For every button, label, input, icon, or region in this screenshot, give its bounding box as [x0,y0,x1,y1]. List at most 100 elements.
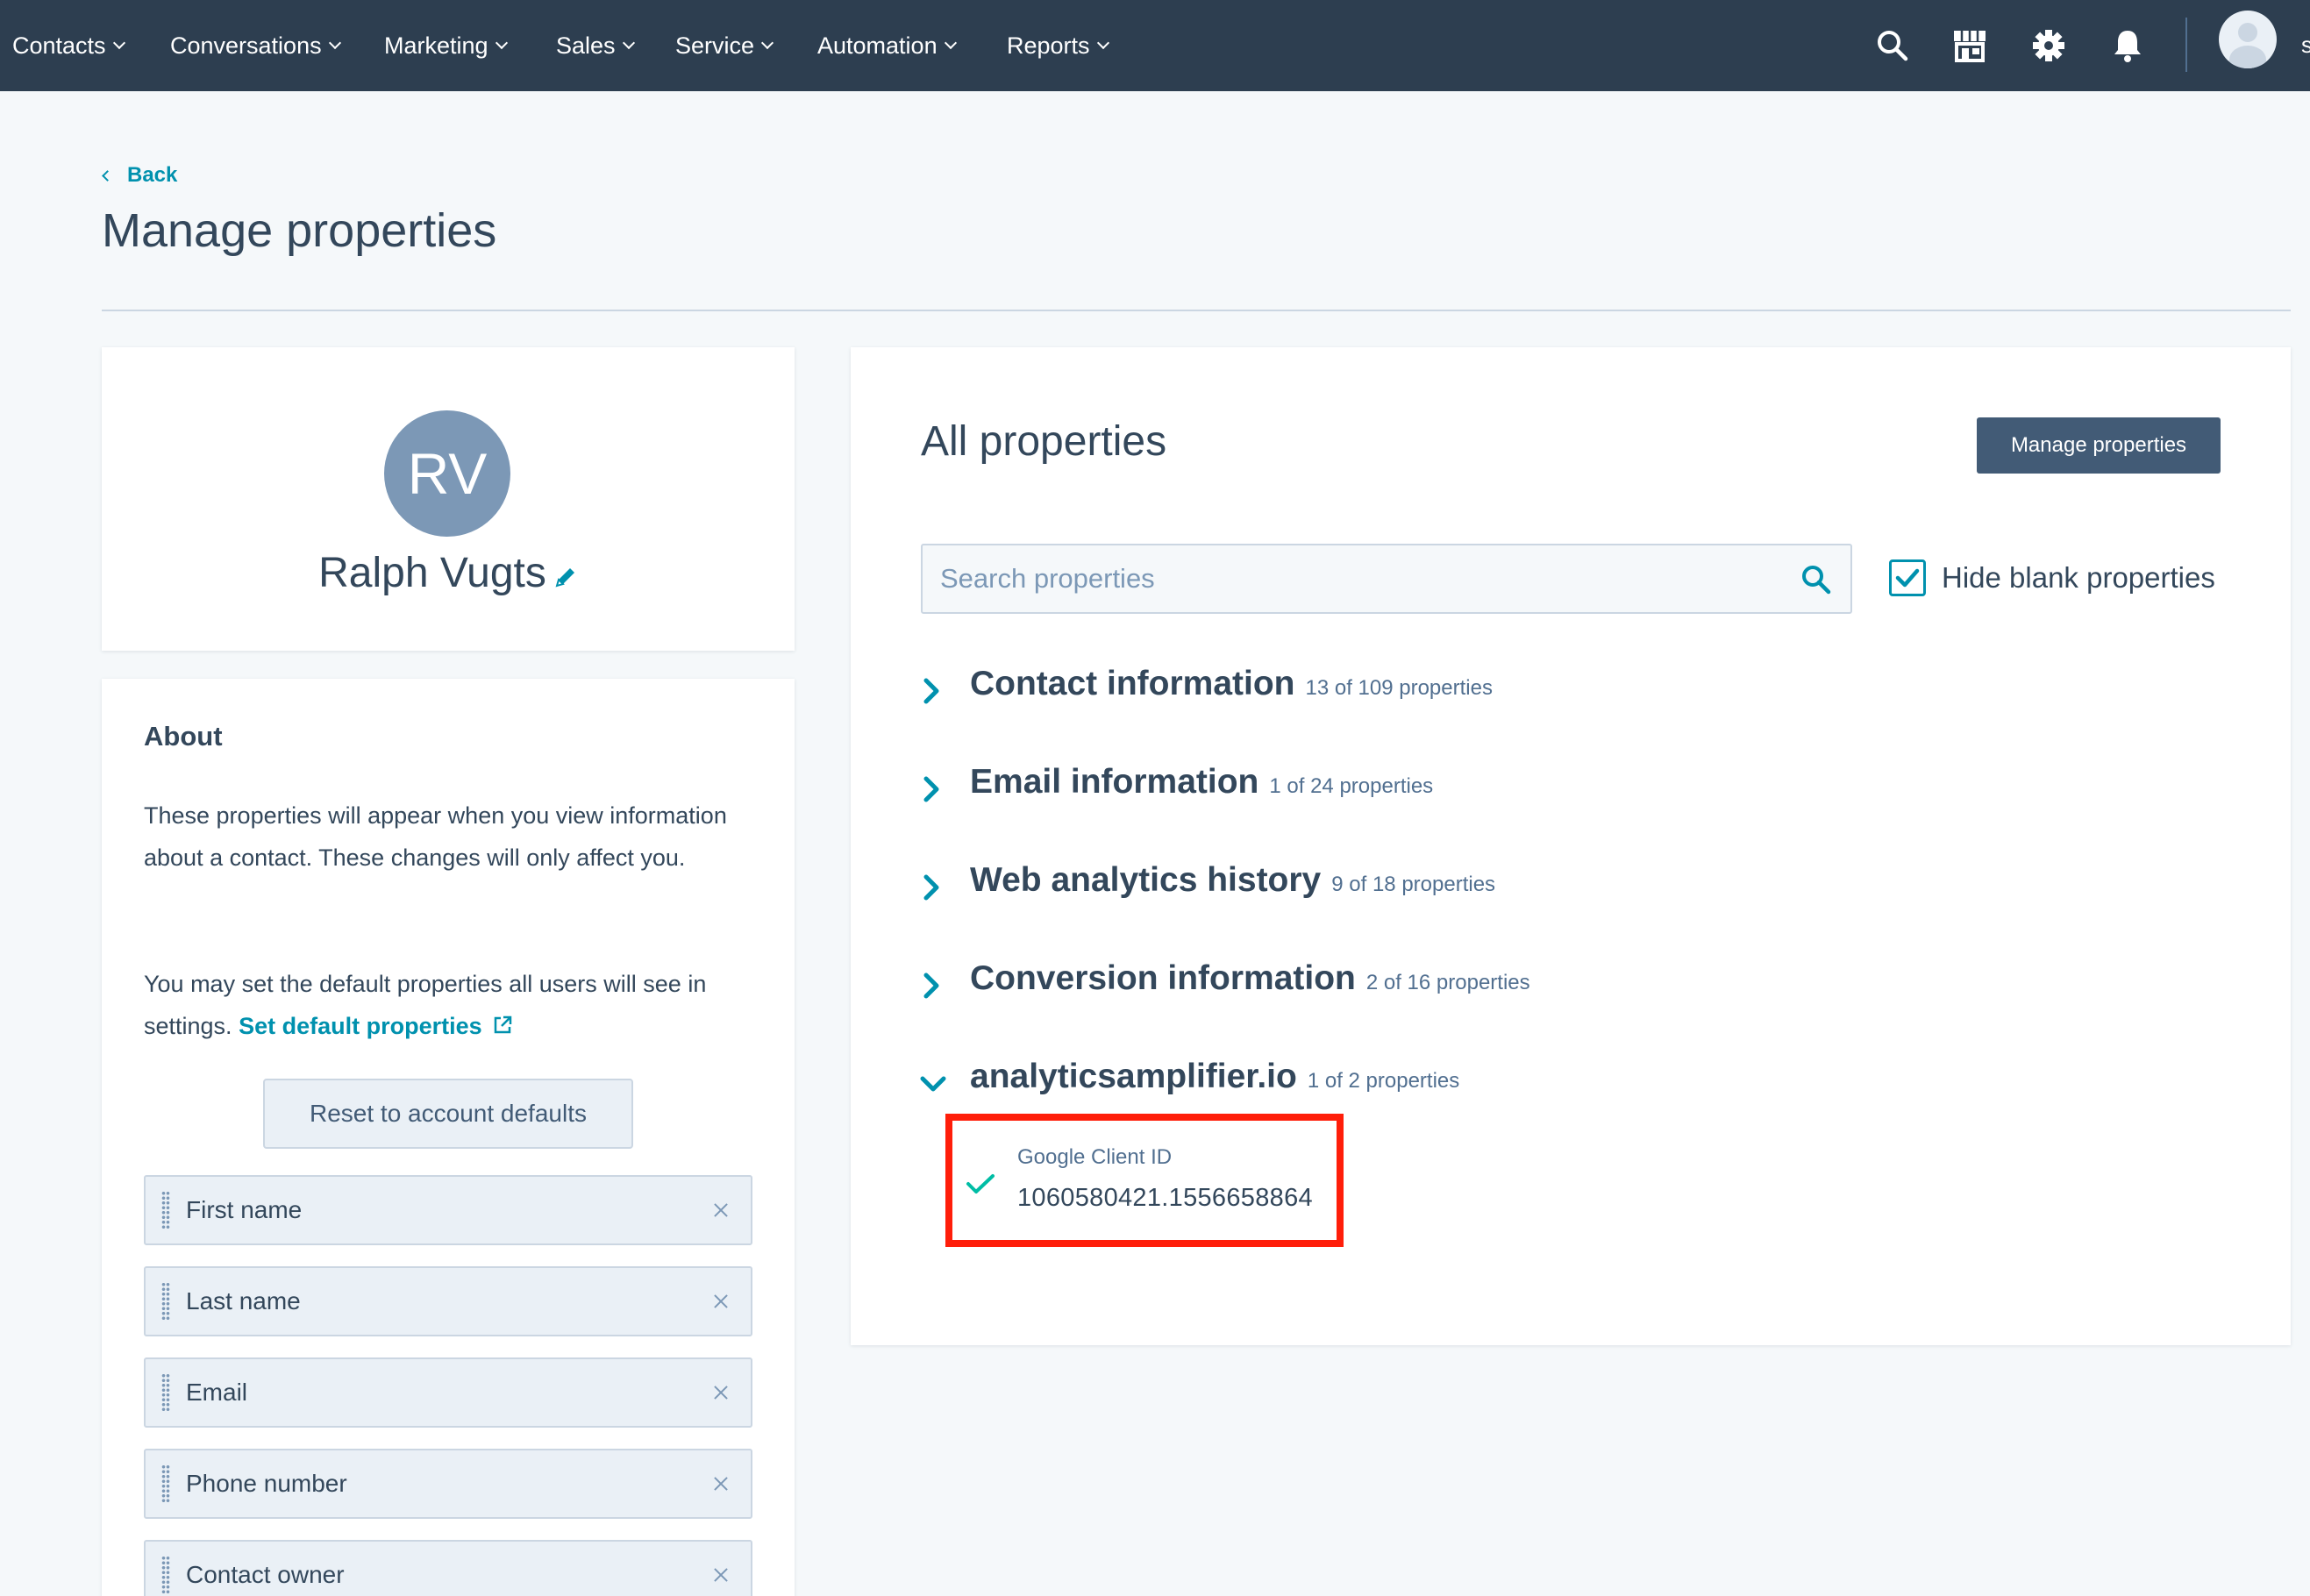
chevron-down-icon [622,36,635,50]
property-item-label: First name [186,1196,303,1223]
back-link[interactable]: Back [102,163,178,188]
section-name: Web analytics history [970,861,1322,899]
header-divider [102,310,2291,311]
remove-icon[interactable] [712,1293,730,1310]
nav-sales-label: Sales [556,32,616,59]
set-default-properties-label: Set default properties [239,1013,482,1039]
section-web-analytics-history[interactable]: Web analytics history 9 of 18 properties [917,861,1495,914]
section-name: Conversion information [970,959,1356,997]
nav-account-name[interactable]: s [2301,32,2310,59]
user-avatar[interactable] [2219,11,2277,68]
remove-icon[interactable] [712,1384,730,1401]
pencil-icon[interactable] [553,552,578,600]
nav-automation[interactable]: Automation [817,0,957,91]
chevron-right-icon [917,768,949,810]
set-default-properties-link[interactable]: Set default properties [239,1013,513,1039]
nav-service[interactable]: Service [675,0,774,91]
hide-blank-label[interactable]: Hide blank properties [1942,561,2215,595]
nav-conversations[interactable]: Conversations [170,0,341,91]
chevron-right-icon [917,866,949,908]
search-box [921,544,1852,614]
chevron-down-icon [1096,36,1109,50]
section-name: Email information [970,763,1259,801]
checkmark-icon [963,1166,998,1206]
section-analyticsamplifier[interactable]: analyticsamplifier.io 1 of 2 properties [917,1058,1459,1110]
section-count: 9 of 18 properties [1331,873,1496,896]
search-input[interactable] [923,545,1765,612]
section-count: 2 of 16 properties [1365,971,1530,994]
search-icon[interactable] [1872,25,1914,67]
section-conversion-information[interactable]: Conversion information 2 of 16 propertie… [917,959,1530,1012]
property-item-label: Phone number [186,1470,347,1497]
nav-contacts-label: Contacts [12,32,106,59]
section-email-information[interactable]: Email information 1 of 24 properties [917,763,1433,816]
manage-properties-button[interactable]: Manage properties [1977,417,2221,474]
nav-reports[interactable]: Reports [1007,0,1109,91]
nav-service-label: Service [675,32,755,59]
section-count: 1 of 24 properties [1269,774,1434,798]
external-link-icon [494,1015,512,1034]
bell-icon[interactable] [2107,25,2149,67]
nav-divider [2185,18,2187,72]
all-properties-title: All properties [921,418,1167,465]
about-default-note: You may set the default properties all u… [144,963,758,1047]
hide-blank-checkbox[interactable] [1889,559,1926,596]
property-item-label: Contact owner [186,1561,345,1588]
property-item-label: Last name [186,1287,301,1315]
remove-icon[interactable] [712,1475,730,1493]
drag-handle-icon[interactable] [161,1373,170,1412]
nav-marketing[interactable]: Marketing [384,0,508,91]
highlight-box [945,1114,1344,1247]
chevron-down-icon [917,1063,949,1105]
property-item-label: Email [186,1379,248,1406]
avatar-head [2238,23,2257,42]
about-title: About [144,721,223,752]
drag-handle-icon[interactable] [161,1464,170,1503]
reset-to-defaults-button[interactable]: Reset to account defaults [263,1079,633,1149]
property-item-last-name[interactable]: Last name [144,1266,752,1336]
drag-handle-icon[interactable] [161,1191,170,1229]
chevron-right-icon [917,670,949,712]
marketplace-icon[interactable] [1949,25,1991,67]
nav-reports-label: Reports [1007,32,1090,59]
page-title: Manage properties [102,204,497,257]
contact-name: Ralph Vugts [102,549,795,600]
google-client-id-value[interactable]: 1060580421.1556658864 [1017,1184,1313,1213]
chevron-left-icon [102,169,113,182]
property-item-phone-number[interactable]: Phone number [144,1449,752,1519]
property-item-first-name[interactable]: First name [144,1175,752,1245]
nav-sales[interactable]: Sales [556,0,635,91]
chevron-down-icon [328,36,341,50]
property-item-email[interactable]: Email [144,1357,752,1428]
back-label: Back [127,163,178,187]
drag-handle-icon[interactable] [161,1282,170,1321]
section-name: analyticsamplifier.io [970,1058,1297,1095]
section-count: 1 of 2 properties [1307,1069,1460,1093]
section-count: 13 of 109 properties [1305,676,1493,700]
section-contact-information[interactable]: Contact information 13 of 109 properties [917,665,1493,717]
nav-marketing-label: Marketing [384,32,488,59]
about-description: These properties will appear when you vi… [144,802,727,871]
avatar-body [2229,46,2266,68]
nav-contacts[interactable]: Contacts [12,0,125,91]
chevron-down-icon [495,36,508,50]
property-item-contact-owner[interactable]: Contact owner [144,1540,752,1596]
chevron-down-icon [112,36,125,50]
profile-card: RV Ralph Vugts [102,347,795,651]
drag-handle-icon[interactable] [161,1556,170,1594]
contact-name-text: Ralph Vugts [318,550,546,596]
top-navigation: Contacts Conversations Marketing Sales S… [0,0,2310,91]
chevron-down-icon [944,36,957,50]
remove-icon[interactable] [712,1566,730,1584]
contact-avatar: RV [384,410,510,537]
chevron-down-icon [760,36,774,50]
checkmark-icon [1895,568,1920,588]
google-client-id-label: Google Client ID [1017,1145,1173,1169]
search-icon[interactable] [1800,563,1833,601]
remove-icon[interactable] [712,1201,730,1219]
about-card: About These properties will appear when … [102,679,795,1596]
gear-icon[interactable] [2028,25,2070,67]
section-name: Contact information [970,665,1295,702]
nav-conversations-label: Conversations [170,32,322,59]
nav-automation-label: Automation [817,32,938,59]
